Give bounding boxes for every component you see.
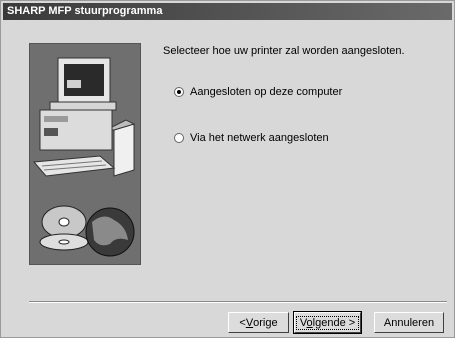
- footer-separator: [29, 301, 447, 303]
- radio-button-selected[interactable]: [174, 87, 184, 97]
- back-button-rest: orige: [253, 316, 278, 329]
- installer-dialog: SHARP MFP stuurprogramma Selecteer hoe u…: [0, 0, 455, 338]
- window-title: SHARP MFP stuurprogramma: [3, 3, 452, 20]
- option-network[interactable]: Via het netwerk aangesloten: [174, 132, 329, 144]
- computer-and-cd-icon: [29, 43, 141, 265]
- back-button[interactable]: < Vorige: [228, 312, 289, 333]
- connection-prompt: Selecteer hoe uw printer zal worden aang…: [163, 45, 405, 57]
- back-button-mnemonic: V: [245, 316, 254, 329]
- computer-illustration: [32, 57, 136, 257]
- option-network-label: Via het netwerk aangesloten: [190, 132, 329, 144]
- next-button[interactable]: Volgende >: [293, 311, 362, 334]
- radio-button[interactable]: [174, 133, 184, 143]
- next-button-rest: lgende >: [312, 316, 356, 329]
- next-button-prefix: V: [299, 316, 307, 329]
- next-button-focus: Volgende >: [295, 315, 360, 330]
- option-local-computer-label: Aangesloten op deze computer: [190, 86, 343, 98]
- option-local-computer[interactable]: Aangesloten op deze computer: [174, 86, 342, 98]
- cancel-button[interactable]: Annuleren: [374, 312, 444, 333]
